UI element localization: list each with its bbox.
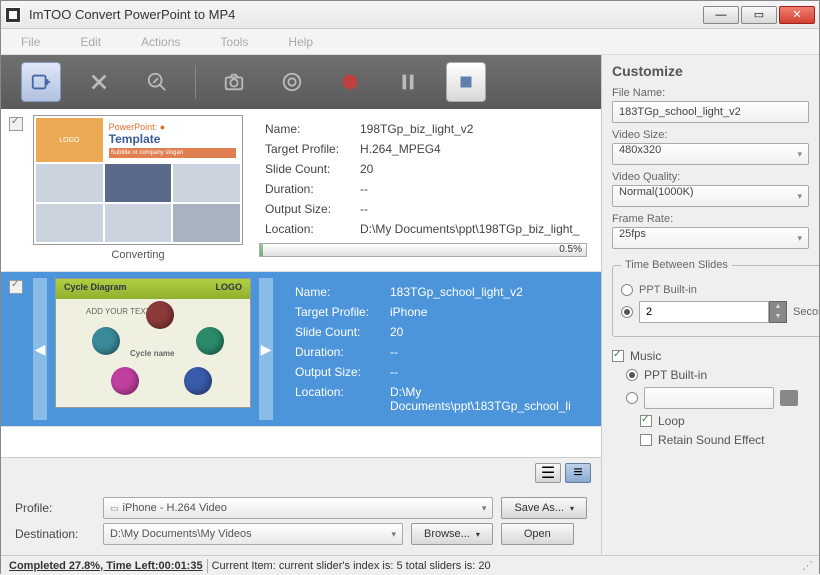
progress-bar: 0.5% — [259, 243, 587, 257]
menu-file[interactable]: File — [21, 35, 40, 49]
videosize-label: Video Size: — [612, 129, 809, 141]
file-list: LOGO PowerPoint: ● Template Subtitle or … — [1, 109, 601, 457]
maximize-button[interactable]: ▭ — [741, 6, 777, 24]
tbs-builtin-radio[interactable] — [621, 284, 633, 296]
list-item[interactable]: LOGO PowerPoint: ● Template Subtitle or … — [1, 109, 601, 272]
add-button[interactable] — [21, 62, 61, 102]
next-arrow[interactable]: ▶ — [259, 278, 273, 420]
thumbnail: Cycle DiagramLOGO ADD YOUR TEXT Cycle na… — [55, 278, 251, 408]
open-button[interactable]: Open — [501, 523, 574, 545]
tbs-spin[interactable]: ▲▼ — [769, 301, 787, 323]
window-title: ImTOO Convert PowerPoint to MP4 — [29, 7, 703, 22]
snapshot-button[interactable] — [214, 62, 254, 102]
videoquality-label: Video Quality: — [612, 171, 809, 183]
destination-combo[interactable]: D:\My Documents\My Videos — [103, 523, 403, 545]
toolbar-separator — [195, 65, 196, 99]
menu-tools[interactable]: Tools — [220, 35, 248, 49]
thumbnail: LOGO PowerPoint: ● Template Subtitle or … — [33, 115, 243, 245]
view-toolbar: ☰ ≡ — [1, 457, 601, 487]
filename-input[interactable] — [612, 101, 809, 123]
thumb-header: PowerPoint: ● Template Subtitle or compa… — [105, 118, 240, 162]
status-progress: Completed 27.8%, Time Left:00:01:35 — [9, 560, 203, 572]
menubar: File Edit Actions Tools Help — [1, 29, 819, 55]
tbs-custom-radio[interactable] — [621, 306, 633, 318]
framerate-combo[interactable]: 25fps — [612, 227, 809, 249]
framerate-label: Frame Rate: — [612, 213, 809, 225]
retain-checkbox[interactable] — [640, 434, 652, 446]
profile-combo[interactable]: ▭iPhone - H.264 Video — [103, 497, 493, 519]
music-builtin-radio[interactable] — [626, 369, 638, 381]
music-file-input[interactable] — [644, 387, 774, 409]
profile-label: Profile: — [15, 501, 95, 515]
videoquality-combo[interactable]: Normal(1000K) — [612, 185, 809, 207]
filename-label: File Name: — [612, 87, 809, 99]
list-item[interactable]: ◀ Cycle DiagramLOGO ADD YOUR TEXT Cycle … — [1, 272, 601, 427]
record-button[interactable] — [330, 62, 370, 102]
menu-help[interactable]: Help — [288, 35, 313, 49]
resize-grip[interactable]: ⋰ — [802, 559, 811, 572]
destination-label: Destination: — [15, 527, 95, 541]
item-checkbox[interactable] — [9, 117, 23, 131]
app-icon — [5, 7, 21, 23]
clear-button[interactable] — [137, 62, 177, 102]
item-status: Converting — [33, 245, 243, 265]
browse-button[interactable]: Browse...▾ — [411, 523, 493, 545]
music-browse-icon[interactable] — [780, 390, 798, 406]
time-between-slides-group: Time Between Slides PPT Built-in ▲▼ Seco… — [612, 259, 819, 337]
tbs-value-input[interactable] — [639, 301, 769, 323]
menu-edit[interactable]: Edit — [80, 35, 101, 49]
status-bar: Completed 27.8%, Time Left:00:01:35 Curr… — [1, 555, 819, 575]
pause-button[interactable] — [388, 62, 428, 102]
stop-button[interactable] — [446, 62, 486, 102]
bottom-panel: Profile: ▭iPhone - H.264 Video Save As..… — [1, 487, 601, 555]
item-details: Name:183TGp_school_light_v2 Target Profi… — [281, 278, 595, 420]
minimize-button[interactable]: — — [703, 6, 739, 24]
thumb-logo: LOGO — [36, 118, 103, 162]
status-current: Current Item: current slider's index is:… — [212, 560, 491, 572]
music-file-radio[interactable] — [626, 392, 638, 404]
remove-button[interactable] — [79, 62, 119, 102]
menu-actions[interactable]: Actions — [141, 35, 180, 49]
close-button[interactable]: ✕ — [779, 6, 815, 24]
videosize-combo[interactable]: 480x320 — [612, 143, 809, 165]
item-checkbox[interactable] — [9, 280, 23, 294]
view-grid-button[interactable]: ☰ — [535, 463, 561, 483]
titlebar: ImTOO Convert PowerPoint to MP4 — ▭ ✕ — [1, 1, 819, 29]
customize-panel: Customize File Name: Video Size: 480x320… — [601, 55, 819, 555]
prev-arrow[interactable]: ◀ — [33, 278, 47, 420]
saveas-button[interactable]: Save As...▾ — [501, 497, 587, 519]
toolbar — [1, 55, 601, 109]
item-details: Name:198TGp_biz_light_v2 Target Profile:… — [251, 115, 595, 265]
customize-title: Customize — [612, 63, 809, 79]
settings-button[interactable] — [272, 62, 312, 102]
music-checkbox[interactable] — [612, 350, 624, 362]
view-list-button[interactable]: ≡ — [565, 463, 591, 483]
loop-checkbox[interactable] — [640, 415, 652, 427]
music-label: Music — [630, 349, 661, 363]
